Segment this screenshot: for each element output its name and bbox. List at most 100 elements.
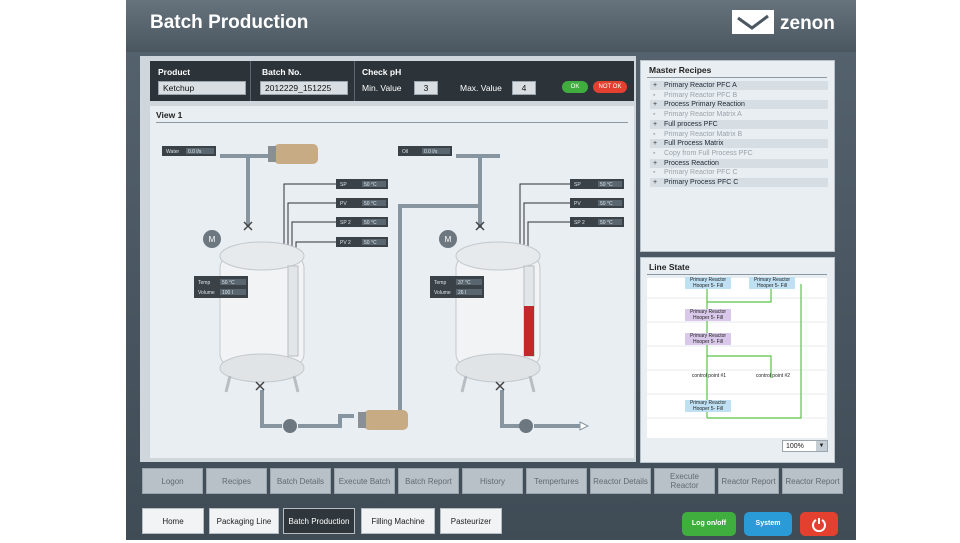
recipe-item[interactable]: + Process Reaction: [650, 158, 828, 168]
line-state-node[interactable]: Primary Reactor Hooper 5- Fill: [685, 277, 731, 289]
nav-button-batch-details[interactable]: Batch Details: [270, 468, 331, 494]
pump-icon: [283, 419, 297, 433]
logo-text: zenon: [780, 13, 835, 34]
power-icon: [812, 518, 826, 533]
expand-icon: +: [653, 101, 658, 109]
expand-icon: +: [653, 140, 658, 148]
recipe-item[interactable]: ▪ Primary Reactor Matrix A: [650, 110, 828, 119]
process-view: View 1 M M Water 0.0 l/s Oil 0.0 l/s SP …: [150, 106, 634, 458]
line-state-panel: Line State Primary Reactor Hooper 5- Fill…: [640, 257, 835, 463]
svg-text:50 °C: 50 °C: [600, 201, 613, 207]
svg-text:SP: SP: [574, 182, 581, 188]
tab-filling-machine[interactable]: Filling Machine: [361, 508, 435, 534]
svg-text:SP 2: SP 2: [574, 220, 585, 226]
nav-button-recipes[interactable]: Recipes: [206, 468, 267, 494]
svg-text:Water: Water: [166, 149, 179, 155]
nav-button-logon[interactable]: Logon: [142, 468, 203, 494]
reactor-tank-1: [219, 241, 305, 393]
process-diagram: M M Water 0.0 l/s Oil 0.0 l/s SP 50 °C P…: [162, 144, 624, 433]
nav-button-reactor-report[interactable]: Reactor Report: [718, 468, 779, 494]
power-button[interactable]: [800, 512, 838, 536]
svg-text:50 °C: 50 °C: [364, 201, 377, 207]
divider: [354, 61, 355, 101]
svg-text:50 °C: 50 °C: [364, 220, 377, 226]
tab-home[interactable]: Home: [142, 508, 204, 534]
recipe-item[interactable]: ▪ Primary Reactor PFC B: [650, 91, 828, 100]
min-value-label: Min. Value: [362, 83, 402, 93]
nav-button-history[interactable]: History: [462, 468, 523, 494]
svg-text:0.0 l/s: 0.0 l/s: [188, 149, 202, 155]
reactor-tank-2: [455, 241, 541, 393]
batch-field[interactable]: 2012229_151225: [260, 81, 348, 95]
divider: [647, 274, 827, 275]
check-ph-label: Check pH: [362, 67, 402, 77]
expand-icon: +: [653, 159, 658, 167]
recipe-item[interactable]: + Process Primary Reaction: [650, 100, 828, 110]
line-state-node[interactable]: Primary Reactor Hooper 5- Fill: [749, 277, 795, 289]
svg-text:SP 2: SP 2: [340, 220, 351, 226]
signal-lines: [283, 183, 570, 256]
svg-text:PV: PV: [574, 201, 581, 207]
recipe-item[interactable]: + Full process PFC: [650, 119, 828, 129]
recipe-label: Copy from Full Process PFC: [664, 149, 753, 157]
chevron-down-icon[interactable]: ▼: [816, 441, 827, 451]
max-value-field[interactable]: 4: [512, 81, 536, 95]
batch-label: Batch No.: [262, 67, 302, 77]
motor-icon: M: [439, 230, 457, 248]
recipe-label: Primary Process PFC C: [664, 179, 739, 186]
not-ok-button[interactable]: NOT OK: [593, 81, 627, 93]
line-state-node[interactable]: Primary Reactor Hooper 5- Fill: [685, 309, 731, 321]
svg-text:0.0 l/s: 0.0 l/s: [424, 149, 438, 155]
level-indicator: [524, 306, 534, 356]
nav-button-tempertures[interactable]: Tempertures: [526, 468, 587, 494]
svg-text:Temp: Temp: [434, 280, 446, 286]
max-value-label: Max. Value: [460, 83, 502, 93]
product-field[interactable]: Ketchup: [158, 81, 246, 95]
nav-button-reactor-details[interactable]: Reactor Details: [590, 468, 651, 494]
recipe-item[interactable]: ▪ Primary Reactor PFC C: [650, 168, 828, 177]
control-point-2: control point #2: [755, 373, 791, 379]
tab-packaging-line[interactable]: Packaging Line: [209, 508, 279, 534]
recipe-item[interactable]: + Full Process Matrix: [650, 139, 828, 149]
header-bar: Batch Production zenon: [126, 0, 856, 52]
control-point-1: control point #1: [691, 373, 727, 379]
svg-text:37 °C: 37 °C: [458, 280, 471, 286]
recipe-item[interactable]: ▪ Primary Reactor Matrix B: [650, 130, 828, 139]
svg-text:Temp: Temp: [198, 280, 210, 286]
recipe-item[interactable]: + Primary Reactor PFC A: [650, 81, 828, 90]
page-title: Batch Production: [150, 12, 309, 33]
svg-text:50 °C: 50 °C: [222, 280, 235, 286]
line-state-chart: Primary Reactor Hooper 5- Fill Primary Re…: [647, 277, 827, 438]
grid-lines: [647, 297, 827, 419]
recipe-item[interactable]: + Primary Process PFC C: [650, 178, 828, 187]
divider: [647, 77, 827, 78]
svg-text:26 l: 26 l: [458, 290, 466, 296]
recipe-label: Process Reaction: [664, 159, 719, 167]
line-state-graph: [647, 284, 827, 419]
logon-button[interactable]: Log on/off: [682, 512, 736, 536]
ok-button[interactable]: OK: [562, 81, 588, 93]
nav-button-reactor-report[interactable]: Reactor Report: [782, 468, 843, 494]
system-button[interactable]: System: [744, 512, 792, 536]
heat-exchanger-1: [268, 144, 318, 164]
recipe-label: Primary Reactor Matrix B: [664, 130, 743, 138]
tab-batch-production[interactable]: Batch Production: [283, 508, 355, 534]
svg-text:50 °C: 50 °C: [364, 182, 377, 188]
svg-text:Oil: Oil: [402, 149, 408, 155]
divider: [250, 61, 251, 101]
svg-text:Volume: Volume: [198, 290, 215, 296]
oil-flow-display: Oil 0.0 l/s: [398, 146, 452, 156]
tab-pasteurizer[interactable]: Pasteurizer: [440, 508, 502, 534]
pump-icon: [519, 419, 533, 433]
water-flow-display: Water 0.0 l/s: [162, 146, 216, 156]
nav-button-execute-batch[interactable]: Execute Batch: [334, 468, 395, 494]
valve-icon: [255, 381, 265, 391]
bullet-icon: ▪: [653, 111, 656, 119]
nav-button-execute-reactor[interactable]: Execute Reactor: [654, 468, 715, 494]
line-state-node[interactable]: Primary Reactor Hooper 5- Fill: [685, 333, 731, 345]
recipe-item[interactable]: ▪ Copy from Full Process PFC: [650, 149, 828, 158]
line-state-node[interactable]: Primary Reactor Hooper 5- Fill: [685, 400, 731, 412]
product-label: Product: [158, 67, 191, 77]
min-value-field[interactable]: 3: [414, 81, 438, 95]
nav-button-batch-report[interactable]: Batch Report: [398, 468, 459, 494]
